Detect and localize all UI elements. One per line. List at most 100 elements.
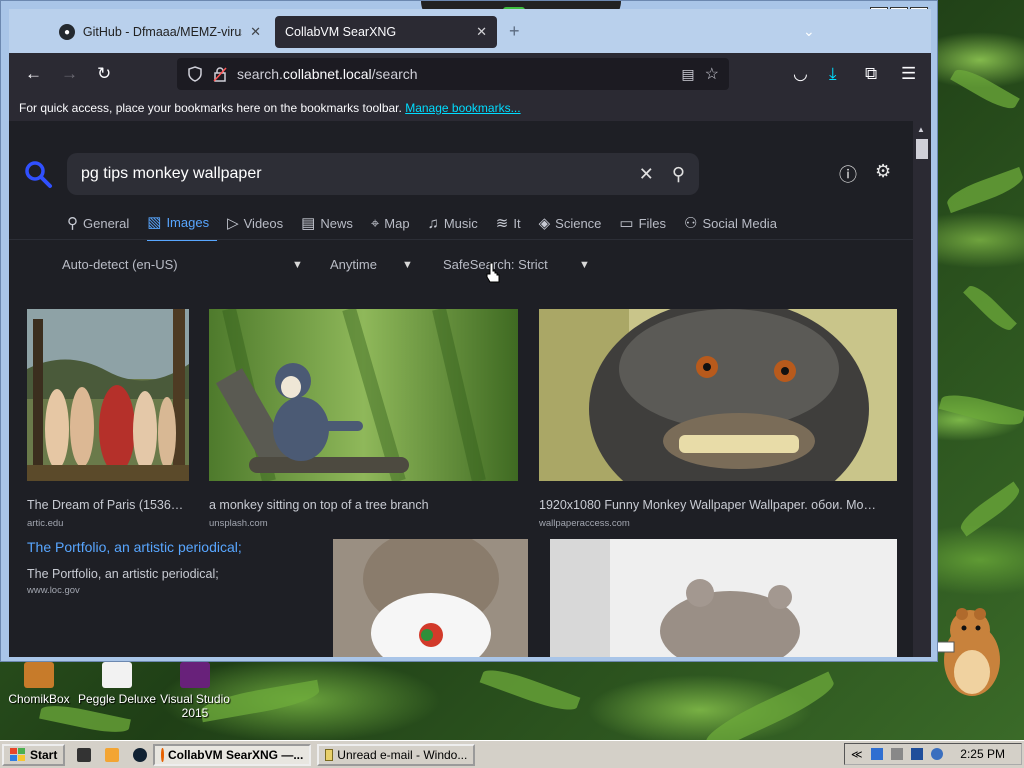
url-text: search.collabnet.local/search — [237, 66, 418, 82]
lock-warning-icon[interactable] — [213, 66, 227, 82]
tab-files[interactable]: ▭ Files — [619, 213, 674, 241]
tray-expand-icon[interactable]: ≪ — [851, 748, 863, 761]
volume-icon[interactable] — [930, 748, 943, 760]
pocket-icon[interactable]: ◡ — [793, 64, 808, 84]
layers-icon: ≋ — [495, 215, 509, 232]
tab-science[interactable]: ◈ Science — [539, 213, 610, 241]
tab-searxng[interactable]: CollabVM SearXNG ✕ — [275, 16, 497, 48]
browser-quick-icon[interactable] — [133, 747, 148, 762]
chomikbox-icon — [24, 662, 54, 688]
tab-videos[interactable]: ▷ Videos — [227, 213, 291, 241]
downloads-icon[interactable]: ⤓ — [829, 64, 837, 84]
searxng-logo-icon[interactable] — [23, 159, 53, 189]
url-bar[interactable]: search.collabnet.local/search ▤ ☆ — [177, 58, 729, 90]
tab-images[interactable]: ▧ Images — [147, 213, 218, 241]
firefox-icon — [161, 747, 164, 762]
menu-hamburger-icon[interactable]: ☰ — [901, 64, 916, 84]
header-icons: ⓘ ⚙ — [839, 161, 891, 187]
network-icon[interactable] — [910, 748, 923, 760]
tab-map[interactable]: ⌖ Map — [371, 213, 418, 241]
result-thumbnail[interactable] — [209, 307, 518, 483]
github-icon: ● — [59, 24, 75, 40]
safesearch-select[interactable]: SafeSearch: Strict ▼ — [443, 257, 590, 272]
taskbar: Start CollabVM SearXNG —... Unread e-mai… — [0, 740, 1024, 768]
manage-bookmarks-link[interactable]: Manage bookmarks... — [405, 101, 520, 115]
tray-app-icon[interactable] — [870, 748, 883, 760]
people-icon: ⚇ — [684, 215, 698, 232]
clock[interactable]: 2:25 PM — [960, 747, 1005, 761]
extensions-icon[interactable]: ⧉ — [865, 64, 877, 84]
tab-news[interactable]: ▤ News — [301, 213, 361, 241]
result-thumbnail[interactable] — [539, 299, 897, 519]
page-scrollbar[interactable]: ▲ — [913, 121, 931, 657]
start-button[interactable]: Start — [2, 743, 66, 766]
searxng-page: pg tips monkey wallpaper ✕ ⚲ ⓘ ⚙ ⚲ Genera… — [9, 121, 913, 657]
windows-logo-icon — [10, 747, 25, 761]
quick-launch — [77, 747, 148, 762]
image-result[interactable]: The Portfolio, an artistic periodical; T… — [27, 539, 327, 596]
tab-social-media[interactable]: ⚇ Social Media — [684, 213, 785, 241]
tab-github[interactable]: ● GitHub - Dfmaaa/MEMZ-virus: ✕ — [49, 16, 271, 48]
category-tabs: ⚲ General ▧ Images ▷ Videos ▤ News ⌖ Map ♫ Mus… — [67, 213, 795, 241]
tray-help-icon[interactable] — [890, 748, 903, 760]
clear-search-icon[interactable]: ✕ — [639, 164, 654, 185]
newspaper-icon: ▤ — [301, 215, 316, 232]
chevron-down-icon: ▼ — [579, 258, 590, 271]
scrollbar-thumb[interactable] — [916, 139, 928, 159]
scroll-up-icon[interactable]: ▲ — [917, 125, 925, 134]
desktop-icon-visual-studio[interactable]: Visual Studio 2015 — [150, 662, 240, 720]
result-thumbnail[interactable] — [333, 529, 528, 657]
peggle-icon — [102, 662, 132, 688]
hamster-mascot-icon — [935, 608, 1000, 696]
image-result[interactable]: The Dream of Paris (1536… artic.edu — [27, 309, 189, 529]
info-icon[interactable]: ⓘ — [839, 161, 857, 187]
new-tab-icon[interactable]: + — [509, 21, 520, 42]
tab-it[interactable]: ≋ It — [496, 213, 529, 241]
tab-general[interactable]: ⚲ General — [67, 213, 137, 241]
image-result[interactable]: a monkey sitting on top of a tree branch… — [209, 307, 518, 529]
files-icon: ▭ — [619, 215, 634, 232]
back-arrow-icon[interactable]: ← — [25, 64, 42, 84]
tab-close-icon[interactable]: ✕ — [476, 24, 487, 40]
play-icon: ▷ — [227, 215, 239, 232]
visual-studio-icon — [180, 662, 210, 688]
music-icon: ♫ — [427, 214, 439, 232]
search-icon: ⚲ — [67, 215, 78, 232]
map-pin-icon: ⌖ — [370, 214, 380, 232]
show-desktop-icon[interactable] — [77, 747, 92, 762]
chevron-down-icon: ▼ — [402, 258, 413, 271]
taskbar-task-mail[interactable]: Unread e-mail - Windo... — [317, 743, 476, 766]
tab-bar: ● GitHub - Dfmaaa/MEMZ-virus: ✕ CollabVM… — [9, 9, 931, 53]
reload-icon[interactable]: ↻ — [97, 64, 111, 84]
taskbar-task-firefox[interactable]: CollabVM SearXNG —... — [153, 743, 312, 766]
bookmark-star-icon[interactable]: ☆ — [705, 64, 719, 84]
browser-window: _ □ ✕ ● GitHub - Dfmaaa/MEMZ-virus: ✕ Co… — [0, 0, 938, 662]
image-result[interactable] — [333, 529, 528, 657]
shield-icon[interactable] — [187, 66, 203, 82]
hand-cursor-icon — [486, 262, 500, 283]
search-box[interactable]: pg tips monkey wallpaper ✕ ⚲ — [67, 153, 699, 195]
tab-close-icon[interactable]: ✕ — [250, 24, 261, 40]
science-icon: ◈ — [538, 215, 551, 232]
gear-icon[interactable]: ⚙ — [875, 161, 891, 187]
search-input[interactable]: pg tips monkey wallpaper — [81, 165, 621, 183]
chevron-down-icon: ▼ — [292, 258, 303, 271]
nav-toolbar: ← → ↻ search.collabnet.local/search ▤ ☆ … — [9, 53, 931, 95]
mail-icon — [325, 748, 334, 761]
tab-music[interactable]: ♫ Music — [428, 213, 486, 241]
desktop-icon-peggle[interactable]: Peggle Deluxe — [72, 662, 162, 706]
language-select[interactable]: Auto-detect (en-US) ▼ — [62, 257, 303, 272]
result-thumbnail[interactable] — [27, 309, 189, 481]
image-result[interactable] — [550, 539, 897, 657]
result-thumbnail[interactable] — [550, 539, 897, 657]
forward-arrow-icon[interactable]: → — [61, 64, 78, 84]
divider — [9, 239, 913, 240]
reader-view-icon[interactable]: ▤ — [681, 66, 694, 83]
bookmarks-toolbar: For quick access, place your bookmarks h… — [9, 95, 931, 121]
time-range-select[interactable]: Anytime ▼ — [330, 257, 413, 272]
search-submit-icon[interactable]: ⚲ — [672, 164, 685, 185]
media-player-icon[interactable] — [105, 747, 120, 762]
system-tray: ≪ 2:25 PM — [844, 743, 1022, 765]
image-result[interactable]: 1920x1080 Funny Monkey Wallpaper Wallpap… — [539, 299, 897, 529]
list-tabs-chevron-icon[interactable]: ⌄ — [803, 23, 815, 40]
